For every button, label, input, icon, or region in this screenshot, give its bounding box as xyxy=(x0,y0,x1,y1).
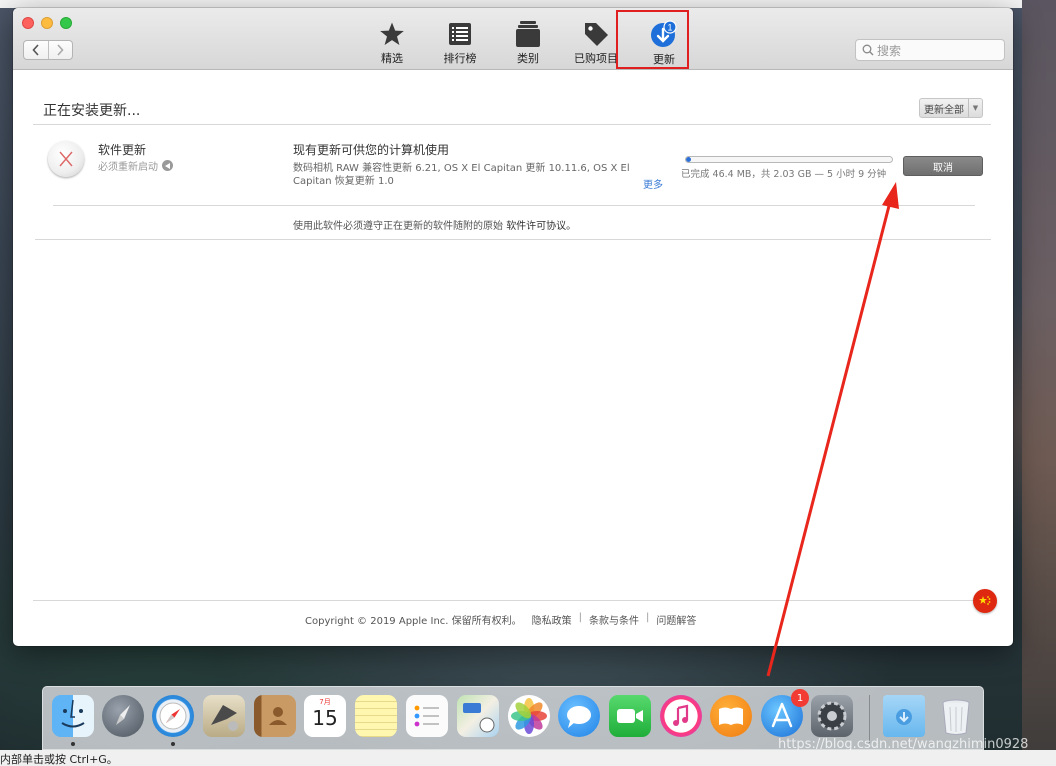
reminders-icon[interactable] xyxy=(406,695,448,737)
tab-label: 类别 xyxy=(517,52,539,65)
update-title: 现有更新可供您的计算机使用 xyxy=(293,143,450,157)
notes-icon[interactable] xyxy=(355,695,397,737)
calendar-day: 15 xyxy=(312,706,338,730)
tab-label: 排行榜 xyxy=(443,52,477,65)
app-store-icon[interactable]: 1 xyxy=(761,689,809,737)
search-icon xyxy=(862,44,874,56)
license-notice: 使用此软件必须遵守正在更新的软件随附的原始 软件许可协议。 xyxy=(293,217,576,232)
itunes-icon[interactable] xyxy=(660,695,702,737)
calendar-icon[interactable]: 7月 15 xyxy=(304,695,346,737)
downloads-folder-icon[interactable] xyxy=(883,695,925,737)
osx-app-icon xyxy=(48,141,84,177)
tag-icon xyxy=(582,20,610,47)
running-indicator xyxy=(71,742,75,746)
back-button[interactable] xyxy=(24,41,48,59)
progress-text: 已完成 46.4 MB，共 2.03 GB — 5 小时 9 分钟 xyxy=(681,169,887,180)
license-link[interactable]: 软件许可协议。 xyxy=(506,221,576,232)
ibooks-icon[interactable] xyxy=(710,695,752,737)
tab-label: 已购项目 xyxy=(574,52,618,65)
contacts-icon[interactable] xyxy=(254,695,296,737)
forward-button[interactable] xyxy=(47,41,73,59)
messages-icon[interactable] xyxy=(558,695,600,737)
terms-link[interactable]: 条款与条件 xyxy=(589,612,639,627)
tab-featured[interactable]: 精选 xyxy=(358,20,426,66)
running-indicator xyxy=(171,742,175,746)
divider xyxy=(35,239,991,240)
app-store-badge: 1 xyxy=(791,689,809,707)
minimize-window-button[interactable] xyxy=(41,17,53,29)
tab-top-charts[interactable]: 排行榜 xyxy=(426,20,494,66)
separator: | xyxy=(646,612,650,623)
star-icon xyxy=(378,20,406,47)
restart-required: 必须重新启动 xyxy=(98,158,173,173)
facetime-icon[interactable] xyxy=(609,695,651,737)
safari-icon[interactable] xyxy=(152,695,194,737)
chevron-right-icon xyxy=(57,44,64,56)
finder-icon[interactable] xyxy=(52,695,94,737)
stack-icon xyxy=(514,20,542,47)
update-description: 数码相机 RAW 兼容性更新 6.21, OS X El Capitan 更新 … xyxy=(293,163,630,187)
top-edge xyxy=(0,0,1056,8)
cancel-button[interactable]: 取消 xyxy=(903,156,983,176)
trash-icon[interactable] xyxy=(935,695,977,737)
photos-icon[interactable] xyxy=(508,695,550,737)
list-icon xyxy=(446,20,474,47)
maps-icon[interactable] xyxy=(457,695,499,737)
titlebar: 精选 排行榜 类别 已购项目 1 更新 搜索 xyxy=(13,8,1013,70)
launchpad-icon[interactable] xyxy=(102,695,144,737)
divider xyxy=(33,124,991,125)
system-preferences-icon[interactable] xyxy=(811,695,853,737)
tab-label: 精选 xyxy=(381,52,403,65)
copyright: Copyright © 2019 Apple Inc. 保留所有权利。 xyxy=(305,616,522,627)
divider xyxy=(53,205,975,206)
progress-fill xyxy=(686,157,691,162)
license-text: 使用此软件必须遵守正在更新的软件随附的原始 xyxy=(293,221,503,232)
arrow-left-icon[interactable] xyxy=(162,160,173,171)
progress-bar xyxy=(685,156,893,163)
update-all-button[interactable]: 更新全部 ▼ xyxy=(919,98,983,118)
zoom-window-button[interactable] xyxy=(60,17,72,29)
section-title: 正在安装更新... xyxy=(43,103,141,119)
tab-categories[interactable]: 类别 xyxy=(494,20,562,66)
privacy-link[interactable]: 隐私政策 xyxy=(532,612,572,627)
chevron-down-icon[interactable]: ▼ xyxy=(968,99,982,117)
search-placeholder: 搜索 xyxy=(877,43,902,58)
nav-buttons xyxy=(23,40,73,60)
more-link[interactable]: 更多 xyxy=(643,176,663,191)
app-store-window: 精选 排行榜 类别 已购项目 1 更新 搜索 正在安装更新... 更新全部 ▼ … xyxy=(13,8,1013,646)
close-window-button[interactable] xyxy=(22,17,34,29)
divider xyxy=(33,600,985,601)
app-name: 软件更新 xyxy=(98,143,147,157)
highlight-box xyxy=(616,10,689,69)
chevron-left-icon xyxy=(32,44,39,56)
restart-required-label: 必须重新启动 xyxy=(98,162,158,173)
help-link[interactable]: 问题解答 xyxy=(656,612,696,627)
update-all-label: 更新全部 xyxy=(924,104,964,116)
wallpaper-strip xyxy=(1022,0,1056,766)
search-field[interactable]: 搜索 xyxy=(855,39,1005,61)
status-bar: 内部单击或按 Ctrl+G。 xyxy=(0,750,1056,766)
separator: | xyxy=(578,612,583,623)
dock-separator xyxy=(869,695,870,743)
china-flag-icon[interactable] xyxy=(973,589,997,613)
footer: Copyright © 2019 Apple Inc. 保留所有权利。 隐私政策… xyxy=(305,612,696,627)
mail-icon[interactable] xyxy=(203,695,245,737)
